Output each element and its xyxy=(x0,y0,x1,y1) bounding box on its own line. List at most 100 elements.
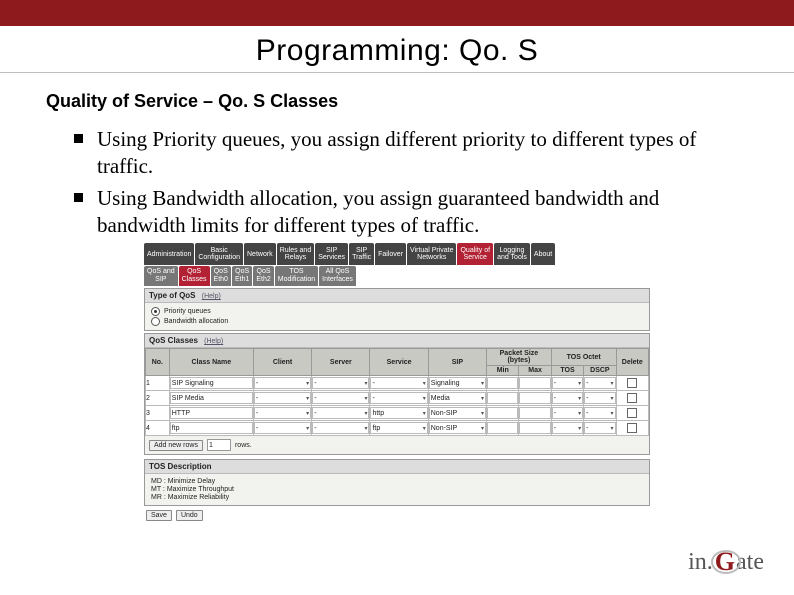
server-select[interactable]: -▾ xyxy=(312,422,369,434)
type-of-qos-section: Type of QoS (Help) Priority queues Bandw… xyxy=(144,288,650,331)
server-select[interactable]: -▾ xyxy=(312,377,369,389)
chevron-down-icon: ▾ xyxy=(423,425,426,432)
dscp-select[interactable]: -▾ xyxy=(584,392,615,404)
tab-vpn[interactable]: Virtual Private Networks xyxy=(407,243,456,265)
tab-failover[interactable]: Failover xyxy=(375,243,406,265)
sip-select[interactable]: Media▾ xyxy=(429,392,486,404)
client-select[interactable]: -▾ xyxy=(254,392,311,404)
tos-select[interactable]: -▾ xyxy=(552,407,583,419)
cell-no: 2 xyxy=(146,391,170,406)
subtab-tos-mod[interactable]: TOS Modification xyxy=(275,266,318,286)
qos-classes-section: QoS Classes (Help) No. Class Name Client… xyxy=(144,333,650,455)
service-select[interactable]: -▾ xyxy=(370,377,427,389)
subtab-qos-eth0[interactable]: QoS Eth0 xyxy=(211,266,231,286)
sub-tab-bar: QoS and SIP QoS Classes QoS Eth0 QoS Eth… xyxy=(144,266,650,286)
tos-select[interactable]: -▾ xyxy=(552,392,583,404)
col-delete: Delete xyxy=(616,349,648,376)
col-tos: TOS xyxy=(551,366,583,376)
section-header: QoS Classes (Help) xyxy=(145,334,649,348)
tos-select[interactable]: -▾ xyxy=(552,377,583,389)
dscp-select[interactable]: -▾ xyxy=(584,377,615,389)
qos-classes-table: No. Class Name Client Server Service SIP… xyxy=(145,348,649,436)
server-select[interactable]: -▾ xyxy=(312,392,369,404)
subtab-all-qos[interactable]: All QoS Interfaces xyxy=(319,266,356,286)
logo-ring-icon xyxy=(711,550,741,574)
subtab-qos-eth2[interactable]: QoS Eth2 xyxy=(253,266,273,286)
min-input[interactable] xyxy=(487,392,518,404)
class-name-input[interactable]: ftp xyxy=(170,422,253,434)
chevron-down-icon: ▾ xyxy=(578,425,581,432)
dscp-select[interactable]: -▾ xyxy=(584,407,615,419)
server-select[interactable]: -▾ xyxy=(312,407,369,419)
bullet-item: Using Bandwidth allocation, you assign g… xyxy=(74,185,734,240)
tab-rules-relays[interactable]: Rules and Relays xyxy=(277,243,315,265)
radio-priority-queues[interactable]: Priority queues xyxy=(151,307,643,316)
min-input[interactable] xyxy=(487,377,518,389)
sip-select[interactable]: Non-SIP▾ xyxy=(429,422,486,434)
add-rows-count-input[interactable]: 1 xyxy=(207,439,231,451)
delete-checkbox[interactable] xyxy=(627,423,637,433)
chevron-down-icon: ▾ xyxy=(306,380,309,387)
class-name-input[interactable]: SIP Signaling xyxy=(170,377,253,389)
tab-about[interactable]: About xyxy=(531,243,555,265)
tab-sip-services[interactable]: SIP Services xyxy=(315,243,348,265)
help-link[interactable]: (Help) xyxy=(202,293,221,300)
bullet-item: Using Priority queues, you assign differ… xyxy=(74,126,734,181)
service-select[interactable]: -▾ xyxy=(370,392,427,404)
client-select[interactable]: -▾ xyxy=(254,422,311,434)
max-input[interactable] xyxy=(519,392,550,404)
tab-qos[interactable]: Quality of Service xyxy=(457,243,493,265)
col-service: Service xyxy=(370,349,428,376)
col-sip: SIP xyxy=(428,349,486,376)
add-rows-button[interactable]: Add new rows xyxy=(149,440,203,451)
tab-basic-configuration[interactable]: Basic Configuration xyxy=(195,243,243,265)
service-select[interactable]: ftp▾ xyxy=(370,422,427,434)
client-select[interactable]: -▾ xyxy=(254,407,311,419)
delete-checkbox[interactable] xyxy=(627,408,637,418)
class-name-input[interactable]: SIP Media xyxy=(170,392,253,404)
bullet-text: Using Priority queues, you assign differ… xyxy=(97,126,734,181)
tab-logging[interactable]: Logging and Tools xyxy=(494,243,530,265)
tab-administration[interactable]: Administration xyxy=(144,243,194,265)
dscp-select[interactable]: -▾ xyxy=(584,422,615,434)
save-button[interactable]: Save xyxy=(146,510,172,521)
help-link[interactable]: (Help) xyxy=(204,338,223,345)
chevron-down-icon: ▾ xyxy=(306,425,309,432)
cell-no: 4 xyxy=(146,421,170,436)
service-select[interactable]: http▾ xyxy=(370,407,427,419)
bullet-square-icon xyxy=(74,134,83,143)
subtab-qos-classes[interactable]: QoS Classes xyxy=(179,266,210,286)
section-title: Type of QoS xyxy=(149,291,196,300)
logo-in: in. xyxy=(688,549,713,576)
max-input[interactable] xyxy=(519,422,550,434)
class-name-input[interactable]: HTTP xyxy=(170,407,253,419)
tos-desc-row: MR : Maximize Reliability xyxy=(151,494,643,501)
slide-title: Programming: Qo. S xyxy=(0,34,794,68)
radio-label: Bandwidth allocation xyxy=(164,318,228,325)
chevron-down-icon: ▾ xyxy=(611,410,614,417)
bullet-text: Using Bandwidth allocation, you assign g… xyxy=(97,185,734,240)
tab-sip-traffic[interactable]: SIP Traffic xyxy=(349,243,374,265)
chevron-down-icon: ▾ xyxy=(578,410,581,417)
min-input[interactable] xyxy=(487,422,518,434)
client-select[interactable]: -▾ xyxy=(254,377,311,389)
col-no: No. xyxy=(146,349,170,376)
chevron-down-icon: ▾ xyxy=(423,395,426,402)
radio-bandwidth-allocation[interactable]: Bandwidth allocation xyxy=(151,317,643,326)
undo-button[interactable]: Undo xyxy=(176,510,203,521)
subtab-qos-eth1[interactable]: QoS Eth1 xyxy=(232,266,252,286)
tos-select[interactable]: -▾ xyxy=(552,422,583,434)
max-input[interactable] xyxy=(519,407,550,419)
subtab-qos-sip[interactable]: QoS and SIP xyxy=(144,266,178,286)
sip-select[interactable]: Non-SIP▾ xyxy=(429,407,486,419)
tos-desc-row: MT : Maximize Throughput xyxy=(151,486,643,493)
chevron-down-icon: ▾ xyxy=(423,380,426,387)
tos-desc-row: MD : Minimize Delay xyxy=(151,478,643,485)
sip-select[interactable]: Signaling▾ xyxy=(429,377,486,389)
delete-checkbox[interactable] xyxy=(627,393,637,403)
col-tos-octet: TOS Octet xyxy=(551,349,616,366)
min-input[interactable] xyxy=(487,407,518,419)
delete-checkbox[interactable] xyxy=(627,378,637,388)
tab-network[interactable]: Network xyxy=(244,243,276,265)
max-input[interactable] xyxy=(519,377,550,389)
